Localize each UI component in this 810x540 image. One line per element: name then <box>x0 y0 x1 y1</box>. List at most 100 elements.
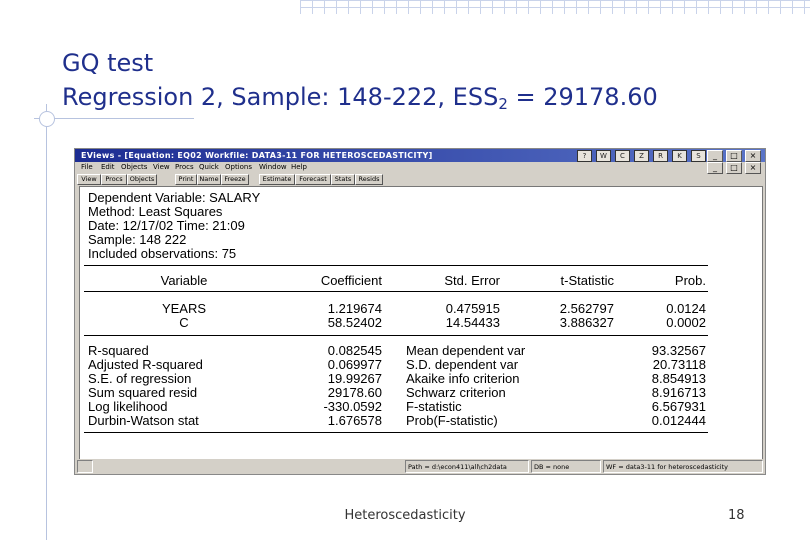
method: Method: Least Squares <box>88 204 223 219</box>
row-std-error: 14.54433 <box>445 315 500 330</box>
menu-procs[interactable]: Procs <box>175 162 194 173</box>
page-number: 18 <box>728 508 745 523</box>
col-std-error: Std. Error <box>444 273 500 288</box>
resids-button[interactable]: Resids <box>355 174 383 185</box>
objects-button[interactable]: Objects <box>127 174 157 185</box>
view-button[interactable]: View <box>77 174 101 185</box>
rule-bottom <box>84 432 708 433</box>
stat-value: 93.32567 <box>651 343 706 358</box>
status-bar: Path = d:\econ411\all\ch2data DB = none … <box>75 459 765 473</box>
title-line-2-prefix: Regression 2, Sample: 148-222, ESS <box>62 83 499 111</box>
status-indicator <box>77 460 93 473</box>
stats-button[interactable]: Stats <box>331 174 355 185</box>
col-prob: Prob. <box>674 273 706 288</box>
title-line-2-suffix: = 29178.60 <box>507 83 658 111</box>
kit-icon[interactable]: K <box>672 150 687 162</box>
menu-help[interactable]: Help <box>291 162 307 173</box>
close-button[interactable]: × <box>745 150 761 162</box>
equation-toolbar: View Procs Objects Print Name Freeze Est… <box>75 173 765 185</box>
dependent-variable: Dependent Variable: SALARY <box>88 190 261 205</box>
stat-value: 20.73118 <box>652 357 706 372</box>
rule-stats <box>84 335 708 336</box>
stat-value: 6.567931 <box>651 399 706 414</box>
menu-file[interactable]: File <box>81 162 93 173</box>
row-coefficient: 58.52402 <box>327 315 382 330</box>
row-t-statistic: 2.562797 <box>559 301 614 316</box>
word-icon[interactable]: W <box>596 150 611 162</box>
stat-label: Mean dependent var <box>406 343 526 358</box>
stat-label: Durbin-Watson stat <box>88 413 199 428</box>
stat-label: R-squared <box>88 343 149 358</box>
rule-top <box>84 265 708 266</box>
stat-label: Sum squared resid <box>88 385 198 400</box>
menu-edit[interactable]: Edit <box>101 162 115 173</box>
stat-label: S.D. dependent var <box>406 357 519 372</box>
title-subscript: 2 <box>498 95 508 113</box>
title-line-1: GQ test <box>62 49 154 77</box>
stat-label: Adjusted R-squared <box>88 357 203 372</box>
stat-label: Log likelihood <box>88 399 168 414</box>
menu-options[interactable]: Options <box>225 162 252 173</box>
stat-label: Schwarz criterion <box>406 385 506 400</box>
stat-label: Prob(F-statistic) <box>406 413 498 428</box>
status-db: DB = none <box>531 460 601 473</box>
chart-icon[interactable]: C <box>615 150 630 162</box>
sample: Sample: 148 222 <box>88 232 187 247</box>
procs-button[interactable]: Procs <box>101 174 127 185</box>
freeze-button[interactable]: Freeze <box>221 174 249 185</box>
name-button[interactable]: Name <box>197 174 221 185</box>
footer-text: Heteroscedasticity <box>344 508 466 523</box>
row-coefficient: 1.219674 <box>327 301 382 316</box>
bullet-circle-decoration <box>39 111 55 127</box>
header-grid-decoration <box>300 0 810 14</box>
vertical-rule <box>46 104 47 540</box>
row-variable: YEARS <box>161 301 207 316</box>
titlebar-icons: ? W C Z R K S <box>577 150 706 162</box>
included-observations: Included observations: 75 <box>88 246 237 261</box>
stat-value: 0.012444 <box>651 413 706 428</box>
menu-view[interactable]: View <box>153 162 170 173</box>
print-button[interactable]: Print <box>175 174 197 185</box>
stat-label: S.E. of regression <box>88 371 192 386</box>
slide-title: GQ test Regression 2, Sample: 148-222, E… <box>62 46 658 121</box>
eviews-screenshot: EViews - [Equation: EQ02 Workfile: DATA3… <box>74 148 766 475</box>
menu-quick[interactable]: Quick <box>199 162 219 173</box>
row-prob: 0.0124 <box>666 301 706 316</box>
zip-icon[interactable]: Z <box>634 150 649 162</box>
minimize-button[interactable]: _ <box>707 150 723 162</box>
reader-icon[interactable]: R <box>653 150 668 162</box>
stat-value: -330.0592 <box>323 399 382 414</box>
stat-label: Akaike info criterion <box>406 371 520 386</box>
window-controls: _ □ × <box>707 150 761 162</box>
stat-value: 0.069977 <box>327 357 382 372</box>
menu-window[interactable]: Window <box>259 162 287 173</box>
help-icon[interactable]: ? <box>577 150 592 162</box>
window-titlebar[interactable]: EViews - [Equation: EQ02 Workfile: DATA3… <box>75 149 765 162</box>
stat-value: 8.916713 <box>651 385 706 400</box>
window-title: EViews - [Equation: EQ02 Workfile: DATA3… <box>81 151 433 160</box>
regression-output: Dependent Variable: SALARY Method: Least… <box>79 186 763 460</box>
menubar: File Edit Objects View Procs Quick Optio… <box>75 162 765 173</box>
stat-value: 8.854913 <box>651 371 706 386</box>
status-path: Path = d:\econ411\all\ch2data <box>405 460 529 473</box>
stat-value: 29178.60 <box>327 385 382 400</box>
stat-value: 1.676578 <box>327 413 382 428</box>
status-workfile: WF = data3-11 for heteroscedasticity <box>603 460 763 473</box>
menu-objects[interactable]: Objects <box>121 162 147 173</box>
stat-label: F-statistic <box>406 399 462 414</box>
stat-value: 19.99267 <box>327 371 382 386</box>
estimate-button[interactable]: Estimate <box>259 174 295 185</box>
maximize-button[interactable]: □ <box>726 150 742 162</box>
forecast-button[interactable]: Forecast <box>295 174 331 185</box>
search-icon[interactable]: S <box>691 150 706 162</box>
col-t-statistic: t-Statistic <box>560 273 614 288</box>
row-t-statistic: 3.886327 <box>559 315 614 330</box>
rule-columns <box>84 291 708 292</box>
title-line-2: Regression 2, Sample: 148-222, ESS2 = 29… <box>62 80 658 121</box>
date-time: Date: 12/17/02 Time: 21:09 <box>88 218 245 233</box>
col-coefficient: Coefficient <box>320 273 382 288</box>
col-variable: Variable <box>160 273 208 288</box>
row-std-error: 0.475915 <box>445 301 500 316</box>
row-variable: C <box>179 315 189 330</box>
row-prob: 0.0002 <box>666 315 706 330</box>
